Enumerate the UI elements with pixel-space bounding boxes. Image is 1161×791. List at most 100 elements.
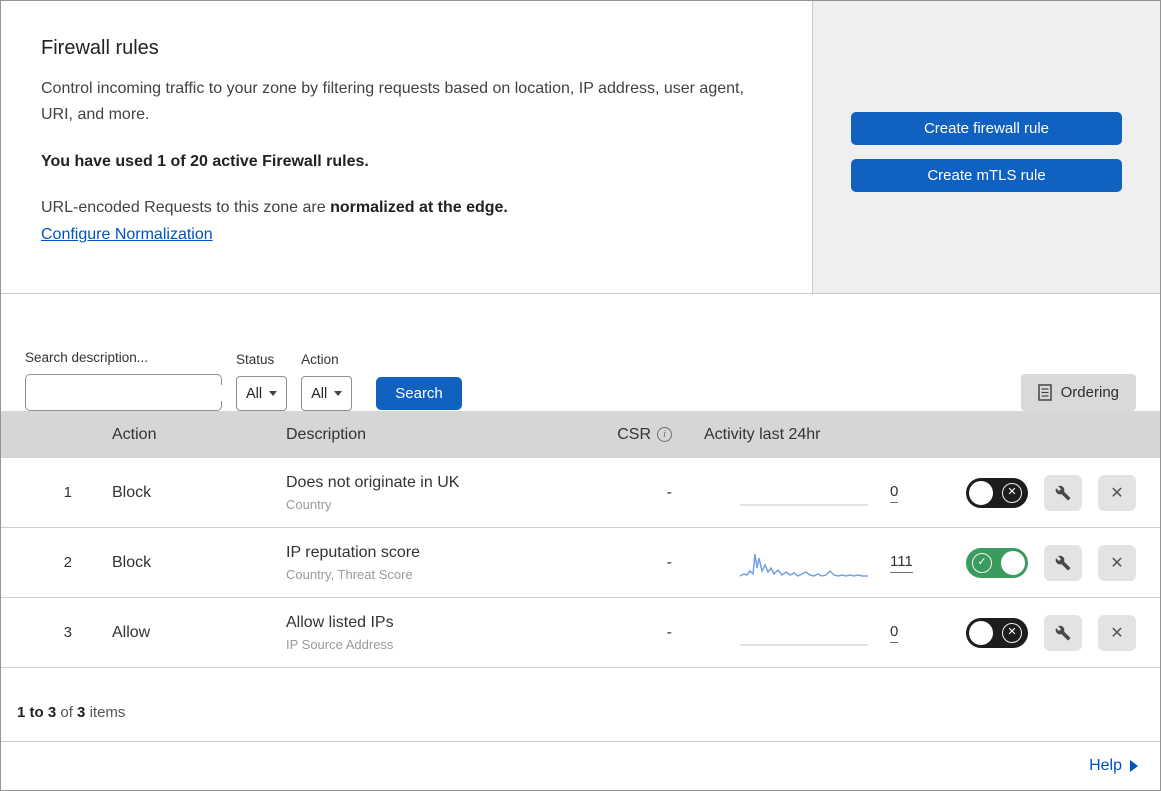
activity-sparkline xyxy=(740,503,868,506)
action-filter-group: Action All xyxy=(301,352,353,411)
rule-criteria: Country xyxy=(286,496,332,512)
intro-content: Firewall rules Control incoming traffic … xyxy=(1,1,813,293)
configure-normalization-link[interactable]: Configure Normalization xyxy=(41,226,213,243)
rule-description-cell: Allow listed IPs IP Source Address xyxy=(270,614,560,652)
table-row: 2 Block IP reputation score Country, Thr… xyxy=(1,528,1160,598)
rules-table-header: Action Description CSR i Activity last 2… xyxy=(1,411,1160,458)
rule-description: Does not originate in UK xyxy=(286,473,460,491)
rule-controls: ✕ ✕ xyxy=(916,614,1160,651)
delete-rule-button[interactable]: ✕ xyxy=(1098,544,1136,581)
action-dropdown-value: All xyxy=(311,385,328,402)
intro-description: Control incoming traffic to your zone by… xyxy=(41,80,744,123)
rule-csr: - xyxy=(666,623,672,641)
activity-column-header: Activity last 24hr xyxy=(704,425,821,443)
range-text: 1 to 3 xyxy=(17,704,57,721)
create-mtls-rule-button[interactable]: Create mTLS rule xyxy=(851,159,1122,192)
rule-activity-cell: 0 xyxy=(676,615,916,651)
help-bar: Help xyxy=(1,741,1160,790)
rule-enable-toggle[interactable]: ✓ xyxy=(966,547,1028,578)
close-icon: ✕ xyxy=(1110,624,1124,642)
total-count: 3 xyxy=(77,704,86,721)
rule-controls: ✕ ✕ xyxy=(916,474,1160,511)
wrench-icon xyxy=(1055,555,1071,570)
rule-criteria: Country, Threat Score xyxy=(286,566,413,582)
wrench-icon xyxy=(1055,625,1071,640)
edit-rule-button[interactable] xyxy=(1044,544,1082,581)
table-row: 3 Allow Allow listed IPs IP Source Addre… xyxy=(1,598,1160,668)
search-input[interactable] xyxy=(44,384,225,401)
activity-sparkline xyxy=(740,643,868,646)
page-title: Firewall rules xyxy=(41,37,159,59)
help-link-label: Help xyxy=(1089,757,1122,774)
toggle-state-icon: ✕ xyxy=(1002,622,1022,643)
rule-criteria: IP Source Address xyxy=(286,636,394,652)
activity-sparkline xyxy=(740,553,868,577)
arrow-right-icon xyxy=(1130,760,1138,772)
filter-bar: Search description... Status All Action … xyxy=(1,294,1160,411)
close-icon: ✕ xyxy=(1110,484,1124,502)
description-column-header: Description xyxy=(286,425,367,443)
search-box xyxy=(25,374,225,411)
action-dropdown[interactable]: All xyxy=(301,376,353,411)
create-firewall-rule-button[interactable]: Create firewall rule xyxy=(851,112,1122,145)
ordering-list-icon xyxy=(1037,384,1052,401)
csr-header-label: CSR xyxy=(617,425,651,443)
search-button[interactable]: Search xyxy=(376,377,462,410)
items-text: items xyxy=(89,704,126,721)
usage-summary: You have used 1 of 20 active Firewall ru… xyxy=(41,153,369,171)
activity-count-link[interactable]: 0 xyxy=(890,483,899,503)
rule-activity-cell: 0 xyxy=(676,475,916,511)
toggle-state-icon: ✕ xyxy=(1002,482,1022,503)
edit-rule-button[interactable] xyxy=(1044,474,1082,511)
toggle-knob xyxy=(1001,550,1025,575)
intro-section: Firewall rules Control incoming traffic … xyxy=(1,1,1160,294)
ordering-button-label: Ordering xyxy=(1060,384,1119,401)
chevron-down-icon xyxy=(269,391,278,396)
status-dropdown[interactable]: All xyxy=(236,376,288,411)
rule-activity-cell: 111 xyxy=(676,545,916,581)
of-text: of xyxy=(60,704,73,721)
rule-priority: 3 xyxy=(63,624,72,641)
rule-action: Block xyxy=(112,483,152,501)
action-column-header: Action xyxy=(112,425,157,443)
rule-csr: - xyxy=(666,483,672,501)
rule-description-cell: Does not originate in UK Country xyxy=(270,474,560,512)
rule-description-cell: IP reputation score Country, Threat Scor… xyxy=(270,544,560,582)
rule-priority: 2 xyxy=(63,554,72,571)
firewall-rules-page: Firewall rules Control incoming traffic … xyxy=(0,0,1161,791)
delete-rule-button[interactable]: ✕ xyxy=(1098,614,1136,651)
info-icon[interactable]: i xyxy=(657,427,672,442)
chevron-down-icon xyxy=(334,391,343,396)
rule-description: Allow listed IPs xyxy=(286,613,394,631)
rule-priority: 1 xyxy=(63,484,72,501)
activity-count-link[interactable]: 0 xyxy=(890,623,899,643)
search-label: Search description... xyxy=(25,350,149,365)
normalization-bold: normalized at the edge. xyxy=(330,199,508,217)
edit-rule-button[interactable] xyxy=(1044,614,1082,651)
rule-controls: ✓ ✕ xyxy=(916,544,1160,581)
wrench-icon xyxy=(1055,485,1071,500)
search-group: Search description... xyxy=(25,350,225,411)
rule-csr: - xyxy=(666,553,672,571)
toggle-state-icon: ✓ xyxy=(972,552,992,573)
toggle-knob xyxy=(969,480,993,505)
ordering-button[interactable]: Ordering xyxy=(1020,374,1136,411)
table-row: 1 Block Does not originate in UK Country… xyxy=(1,458,1160,528)
rule-action: Block xyxy=(112,553,152,571)
rule-enable-toggle[interactable]: ✕ xyxy=(966,617,1028,648)
normalization-prefix: URL-encoded Requests to this zone are xyxy=(41,199,326,217)
rule-enable-toggle[interactable]: ✕ xyxy=(966,477,1028,508)
status-dropdown-value: All xyxy=(246,385,263,402)
status-label: Status xyxy=(236,352,275,367)
rule-description: IP reputation score xyxy=(286,543,421,561)
pagination-summary: 1 to 3 of 3 items xyxy=(1,668,1160,741)
activity-count-link[interactable]: 111 xyxy=(890,553,913,573)
help-link[interactable]: Help xyxy=(1089,757,1138,775)
close-icon: ✕ xyxy=(1110,554,1124,572)
delete-rule-button[interactable]: ✕ xyxy=(1098,474,1136,511)
csr-column-header: CSR i xyxy=(560,426,676,444)
rule-action: Allow xyxy=(112,623,151,641)
action-panel: Create firewall rule Create mTLS rule xyxy=(813,1,1160,293)
status-filter-group: Status All xyxy=(236,352,288,411)
normalization-text: URL-encoded Requests to this zone are no… xyxy=(41,199,772,217)
